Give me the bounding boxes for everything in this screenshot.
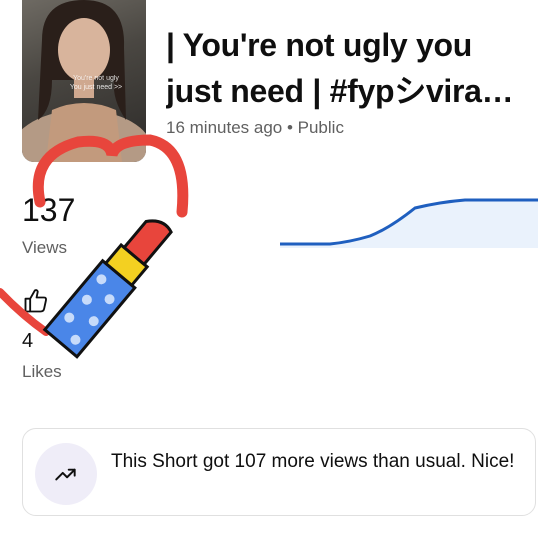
likes-label: Likes bbox=[22, 362, 62, 381]
likes-count: 4 bbox=[22, 330, 34, 352]
trend-insight-card: This Short got 107 more views than usual… bbox=[22, 428, 536, 516]
views-count: 137 bbox=[22, 192, 76, 228]
trend-icon-badge bbox=[35, 443, 97, 505]
lipstick-sticker bbox=[42, 219, 173, 359]
short-title-line-2: just need | #fypシvira… bbox=[166, 73, 514, 109]
short-title: | You're not ugly you just need | #fypシv… bbox=[166, 22, 546, 114]
short-meta: 16 minutes ago • Public bbox=[166, 118, 344, 137]
views-trend-area bbox=[280, 200, 538, 248]
trending-up-icon bbox=[55, 468, 76, 481]
thumbs-up-icon bbox=[24, 289, 47, 313]
short-thumbnail[interactable]: You're not ugly You just need >> bbox=[22, 0, 146, 162]
short-title-line-1: | You're not ugly you bbox=[166, 27, 472, 63]
trend-insight-message: This Short got 107 more views than usual… bbox=[111, 451, 515, 472]
views-trend-chart bbox=[280, 198, 538, 248]
thumbnail-overlay-text: You're not ugly You just need >> bbox=[69, 75, 123, 91]
views-label: Views bbox=[22, 238, 68, 257]
